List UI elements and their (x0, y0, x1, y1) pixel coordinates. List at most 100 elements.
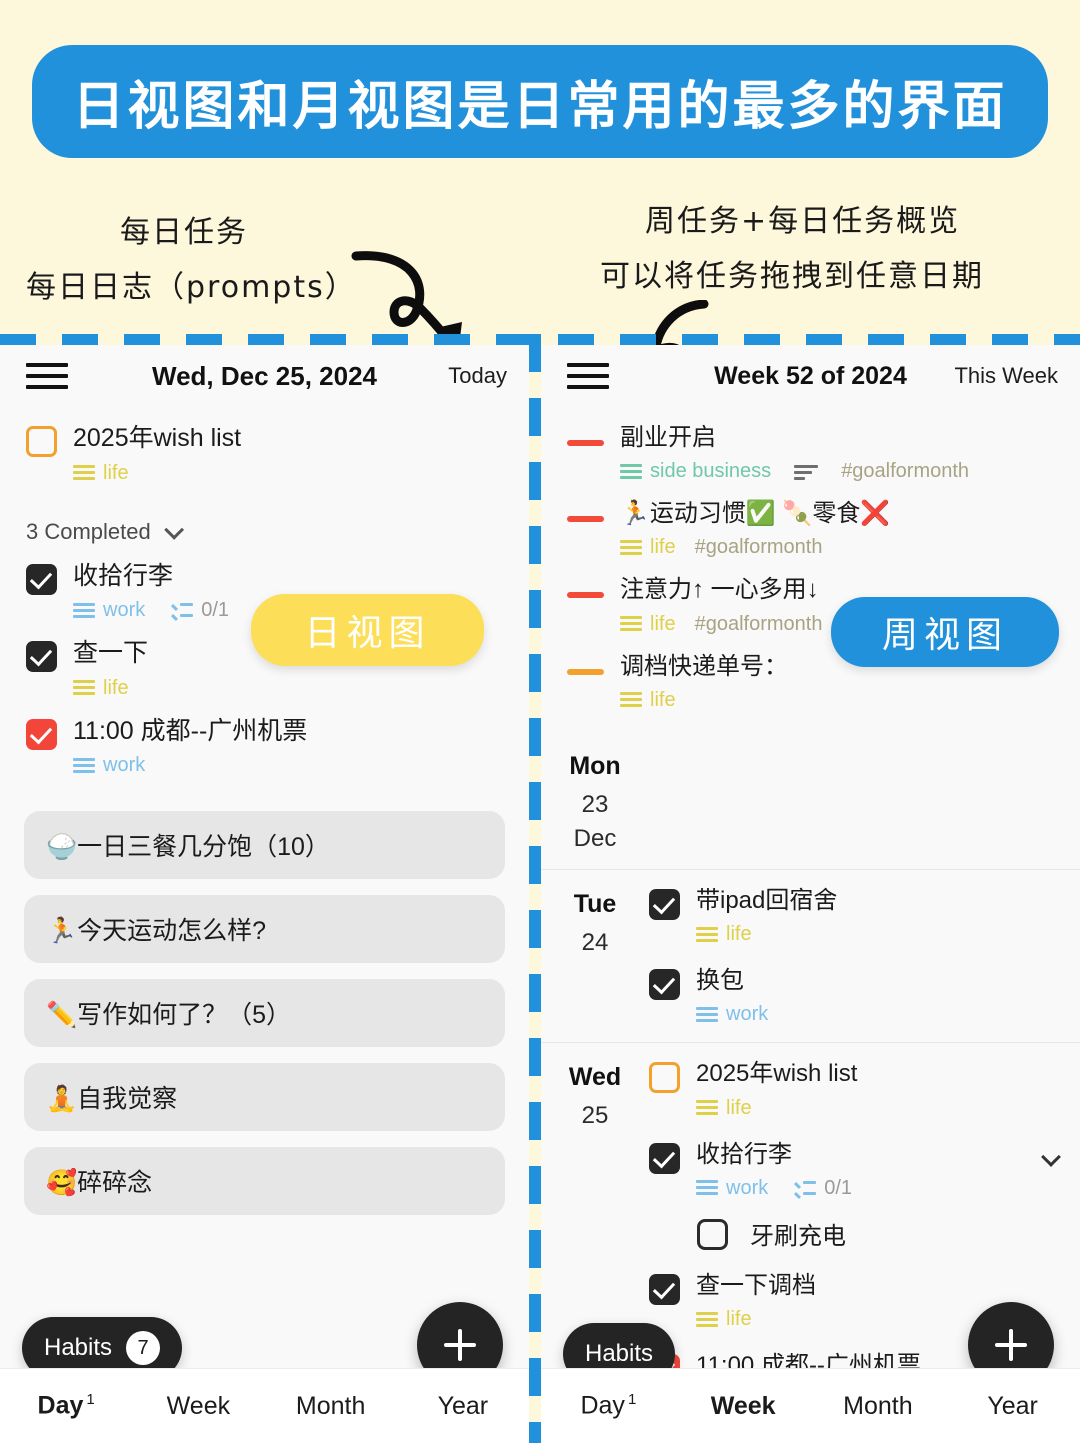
day-group[interactable]: Mon 23 Dec (541, 740, 1080, 869)
task-list-chip[interactable]: work (696, 1177, 768, 1200)
annotation-title-pill: 日视图和月视图是日常用的最多的界面 (32, 45, 1048, 158)
priority-dash-icon (567, 668, 604, 675)
task-meta: life (73, 677, 529, 700)
task-list-chip[interactable]: life (620, 536, 676, 559)
habits-label: Habits (585, 1340, 654, 1367)
task-list-chip[interactable]: life (73, 677, 129, 700)
screenshot-root: 日视图和月视图是日常用的最多的界面 每日任务 每日日志（prompts） 周任务… (0, 0, 1080, 1443)
list-icon (73, 680, 95, 696)
task-title: 2025年wish list (73, 424, 242, 452)
journal-prompt-item[interactable]: 🍚一日三餐几分饱（10） (24, 811, 505, 879)
task-row[interactable]: 换包 work (649, 966, 1080, 1026)
task-list-chip[interactable]: life (696, 923, 752, 946)
subtask-row[interactable]: 牙刷充电 (697, 1216, 1080, 1251)
task-content: 换包 work (696, 966, 1080, 1026)
day-label-column: Tue 24 (541, 886, 649, 1026)
task-list-chip[interactable]: work (696, 1003, 768, 1026)
task-list-name: life (650, 536, 676, 559)
tab-day[interactable]: Day 1 (541, 1391, 676, 1420)
task-checkbox[interactable] (26, 641, 57, 672)
annotation-right-note-2: 可以将任务拖拽到任意日期 (600, 259, 984, 294)
task-row[interactable]: 2025年wish list life (649, 1059, 1080, 1119)
journal-prompt-item[interactable]: 🧘自我觉察 (24, 1063, 505, 1131)
task-list-chip[interactable]: life (620, 613, 676, 636)
tab-month[interactable]: Month (265, 1392, 397, 1421)
task-checkbox[interactable] (649, 969, 680, 1001)
list-icon (73, 465, 95, 481)
task-tag[interactable]: #goalformonth (695, 613, 823, 636)
task-row[interactable]: 带ipad回宿舍 life (649, 886, 1080, 946)
journal-prompt-item[interactable]: 🏃今天运动怎么样? (24, 895, 505, 963)
task-meta: life #goalformonth (620, 536, 1080, 559)
list-icon (620, 616, 642, 632)
day-group[interactable]: Tue 24 带ipad回宿舍 life 换包 work (541, 868, 1080, 1042)
day-view-tabbar: Day 1 Week Month Year (0, 1368, 529, 1443)
week-task-row[interactable]: 副业开启 side business #goalformonth (567, 423, 1080, 483)
week-task-list: 副业开启 side business #goalformonth 🏃运动习惯✅ … (541, 423, 1080, 712)
task-checkbox[interactable] (26, 563, 57, 595)
annotation-left-note-2: 每日日志（prompts） (26, 270, 357, 305)
task-content: 11:00 成都--广州机票 work (73, 716, 529, 778)
task-list-chip[interactable]: life (620, 689, 676, 712)
hamburger-icon[interactable] (26, 363, 68, 389)
task-list-name: work (103, 599, 146, 621)
task-tag[interactable]: #goalformonth (695, 536, 823, 559)
task-list-chip[interactable]: work (73, 754, 145, 777)
task-checkbox[interactable] (649, 888, 680, 920)
subtask-checkbox[interactable] (697, 1219, 728, 1251)
task-title: 🏃运动习惯✅ 🍡零食❌ (620, 500, 891, 528)
task-meta: side business #goalformonth (620, 460, 1080, 483)
tab-week[interactable]: Week (132, 1392, 264, 1421)
task-checkbox[interactable] (649, 1273, 680, 1305)
week-view-callout-badge: 周视图 (831, 597, 1059, 667)
tab-week-label: Week (710, 1391, 776, 1420)
task-checkbox[interactable] (649, 1062, 680, 1094)
task-list-chip[interactable]: life (696, 1308, 752, 1331)
task-row[interactable]: 收拾行李 work 0/1 (649, 1140, 1080, 1200)
day-view-callout-badge: 日视图 (251, 594, 484, 666)
hamburger-icon[interactable] (567, 363, 609, 389)
tab-year-label: Year (437, 1391, 489, 1420)
journal-prompt-item[interactable]: ✏️写作如何了？（5） (24, 979, 505, 1047)
tab-month[interactable]: Month (811, 1392, 946, 1421)
subtask-progress: 0/1 (170, 599, 229, 622)
task-list-chip[interactable]: work (73, 599, 145, 622)
tab-year[interactable]: Year (397, 1392, 529, 1421)
week-view-header: Week 52 of 2024 This Week (541, 345, 1080, 407)
task-meta: life (73, 462, 529, 485)
task-meta: life (696, 923, 1080, 946)
task-title: 收拾行李 (73, 561, 174, 590)
list-icon (696, 926, 718, 943)
task-tag[interactable]: #goalformonth (841, 460, 969, 483)
task-list-name: work (726, 1176, 769, 1199)
tab-year[interactable]: Year (945, 1392, 1080, 1421)
task-title: 换包 (696, 967, 744, 995)
today-button[interactable]: Today (448, 363, 507, 389)
list-icon (73, 757, 95, 774)
task-list-name: life (726, 1096, 752, 1119)
list-icon (696, 1006, 718, 1023)
task-content: 🏃运动习惯✅ 🍡零食❌ life #goalformonth (620, 499, 1080, 559)
tab-day[interactable]: Day 1 (0, 1391, 132, 1420)
task-title: 收拾行李 (696, 1140, 792, 1168)
task-list-chip[interactable]: side business (620, 460, 771, 483)
chevron-down-icon[interactable] (163, 519, 184, 540)
completed-section-header[interactable]: 3 Completed (26, 519, 529, 545)
this-week-button[interactable]: This Week (954, 363, 1058, 389)
note-icon (794, 464, 819, 480)
task-title: 副业开启 (620, 424, 716, 451)
task-row[interactable]: 11:00 成都--广州机票 work (0, 716, 529, 778)
task-list-chip[interactable]: life (73, 462, 129, 485)
task-checkbox[interactable] (649, 1142, 680, 1174)
tab-week[interactable]: Week (676, 1392, 811, 1421)
task-checkbox[interactable] (26, 718, 57, 750)
journal-prompt-item[interactable]: 🥰碎碎念 (24, 1147, 505, 1215)
task-list-chip[interactable]: life (696, 1097, 752, 1120)
list-icon (696, 1311, 718, 1328)
task-checkbox[interactable] (26, 426, 57, 457)
tab-day-label: Day (580, 1391, 625, 1420)
subtask-title: 牙刷充电 (750, 1222, 846, 1250)
task-row[interactable]: 2025年wish list life (0, 423, 529, 485)
day-label-column: Mon 23 Dec (541, 748, 649, 853)
week-task-row[interactable]: 🏃运动习惯✅ 🍡零食❌ life #goalformonth (567, 499, 1080, 559)
